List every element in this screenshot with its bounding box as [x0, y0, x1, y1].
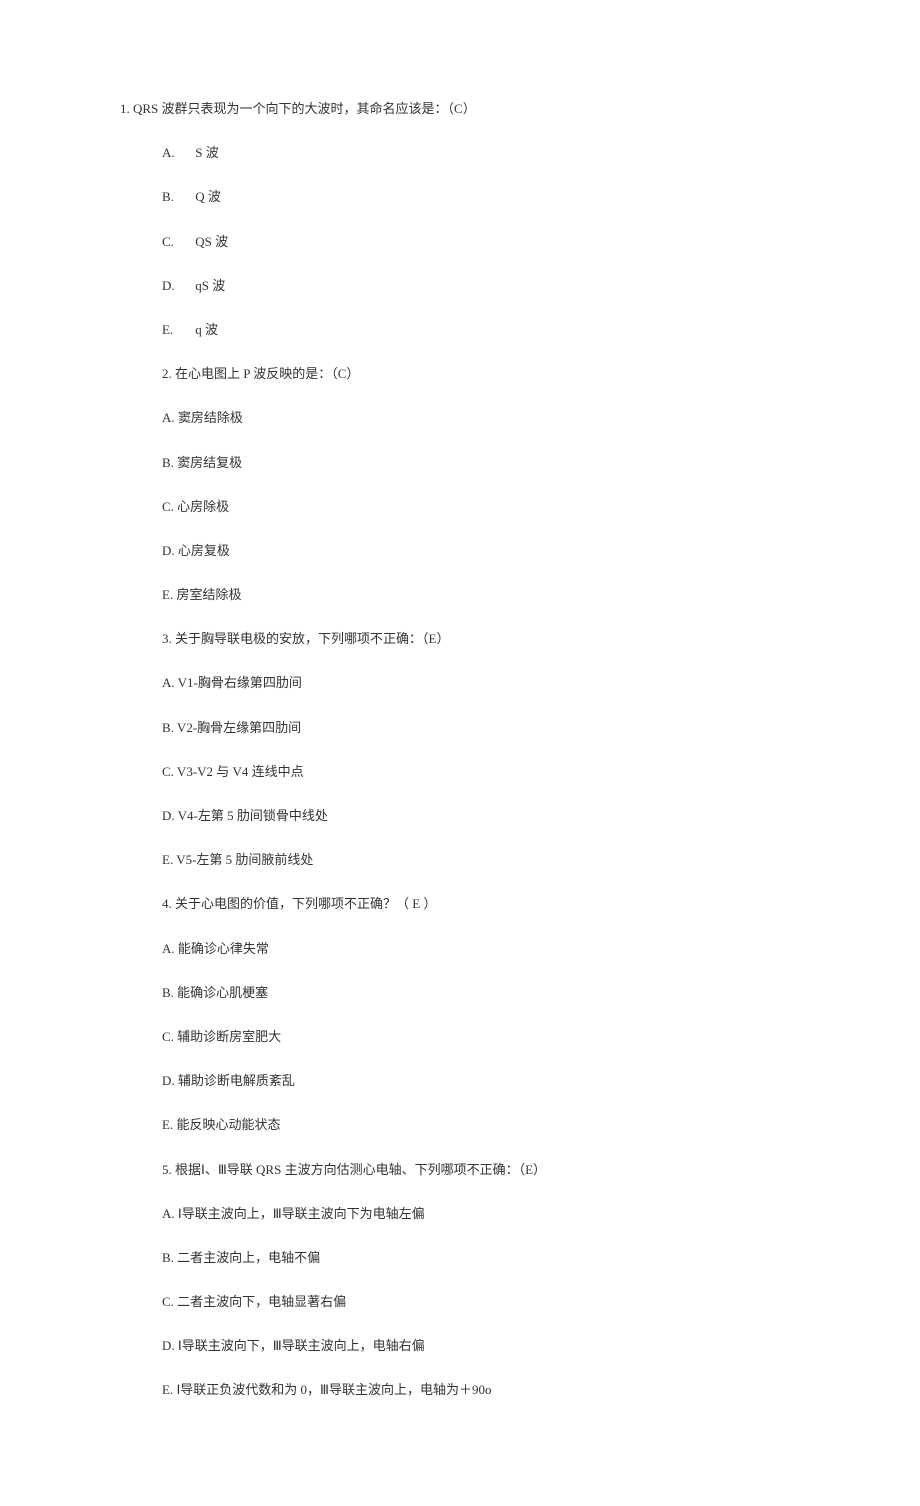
q3-option-b: B. V2-胸骨左缘第四肋间 [162, 719, 800, 737]
q5-option-a: A. Ⅰ导联主波向上，Ⅲ导联主波向下为电轴左偏 [162, 1205, 800, 1223]
q2-stem: 2. 在心电图上 P 波反映的是：（C） [162, 365, 800, 383]
q1-option-e-text: q 波 [195, 322, 218, 337]
q1-option-a-label: A. [162, 144, 192, 162]
q4-option-a: A. 能确诊心律失常 [162, 940, 800, 958]
q1-option-a-text: S 波 [195, 145, 218, 160]
q3-option-c: C. V3-V2 与 V4 连线中点 [162, 763, 800, 781]
q1-option-c-label: C. [162, 233, 192, 251]
q2-option-a: A. 窦房结除极 [162, 409, 800, 427]
q5-option-c: C. 二者主波向下，电轴显著右偏 [162, 1293, 800, 1311]
q1-option-d: D. qS 波 [162, 277, 800, 295]
q1-option-e: E. q 波 [162, 321, 800, 339]
q5-option-b: B. 二者主波向上，电轴不偏 [162, 1249, 800, 1267]
q3-option-a: A. V1-胸骨右缘第四肋间 [162, 674, 800, 692]
q1-option-c-text: QS 波 [195, 234, 228, 249]
q2-option-e: E. 房室结除极 [162, 586, 800, 604]
q2-option-d: D. 心房复极 [162, 542, 800, 560]
q1-option-e-label: E. [162, 321, 192, 339]
q5-option-e: E. Ⅰ导联正负波代数和为 0，Ⅲ导联主波向上，电轴为＋90o [162, 1381, 800, 1399]
q1-option-a: A. S 波 [162, 144, 800, 162]
q3-option-d: D. V4-左第 5 肋间锁骨中线处 [162, 807, 800, 825]
q2-option-b: B. 窦房结复极 [162, 454, 800, 472]
q1-stem: 1. QRS 波群只表现为一个向下的大波时，其命名应该是：（C） [120, 100, 800, 118]
q3-option-e: E. V5-左第 5 肋间腋前线处 [162, 851, 800, 869]
q1-option-d-text: qS 波 [195, 278, 225, 293]
q4-option-c: C. 辅助诊断房室肥大 [162, 1028, 800, 1046]
document-page: 1. QRS 波群只表现为一个向下的大波时，其命名应该是：（C） A. S 波 … [0, 0, 920, 1506]
q1-option-b-text: Q 波 [195, 189, 221, 204]
q2-option-c: C. 心房除极 [162, 498, 800, 516]
q4-option-b: B. 能确诊心肌梗塞 [162, 984, 800, 1002]
q1-option-b: B. Q 波 [162, 188, 800, 206]
q1-option-d-label: D. [162, 277, 192, 295]
q4-option-e: E. 能反映心动能状态 [162, 1116, 800, 1134]
q4-stem: 4. 关于心电图的价值，下列哪项不正确？（ E ） [162, 895, 800, 913]
q3-stem: 3. 关于胸导联电极的安放，下列哪项不正确：（E） [162, 630, 800, 648]
q5-option-d: D. Ⅰ导联主波向下，Ⅲ导联主波向上，电轴右偏 [162, 1337, 800, 1355]
q4-option-d: D. 辅助诊断电解质紊乱 [162, 1072, 800, 1090]
q1-option-c: C. QS 波 [162, 233, 800, 251]
q1-option-b-label: B. [162, 188, 192, 206]
q5-stem: 5. 根据Ⅰ、Ⅲ导联 QRS 主波方向估测心电轴、下列哪项不正确：（E） [162, 1161, 800, 1179]
